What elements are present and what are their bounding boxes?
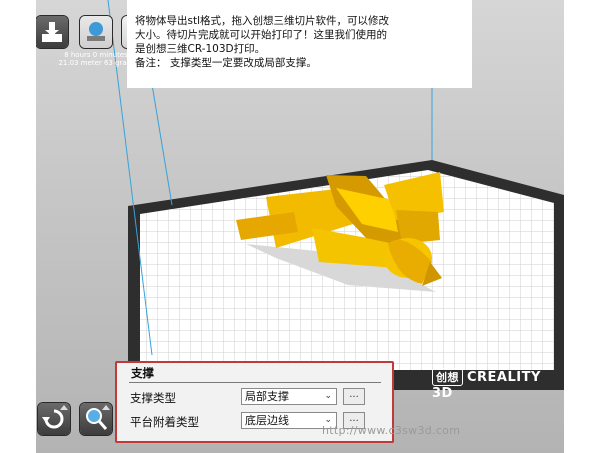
- load-button[interactable]: [36, 16, 68, 48]
- watermark: http://www.c3sw3d.com: [322, 424, 461, 437]
- creality-logo-mark: 创想: [432, 368, 463, 386]
- creality-logo: 创想 CREALITY 3D: [432, 368, 564, 401]
- print-button[interactable]: [80, 16, 112, 48]
- scale-button[interactable]: [80, 403, 112, 435]
- print-icon: [87, 22, 105, 41]
- note-line: 备注： 支撑类型一定要改成局部支撑。: [135, 57, 317, 69]
- load-icon: [42, 22, 62, 42]
- note-line: 大小。待切片完成就可以开始打印了！这里我们使用的: [135, 29, 387, 41]
- note-line: 是创想三维CR-103D打印。: [135, 43, 266, 55]
- rotate-button[interactable]: [38, 403, 70, 435]
- instruction-note: 将物体导出stl格式，拖入创想三维切片软件，可以修改 大小。待切片完成就可以开始…: [127, 0, 472, 88]
- note-line: 将物体导出stl格式，拖入创想三维切片软件，可以修改: [135, 15, 390, 27]
